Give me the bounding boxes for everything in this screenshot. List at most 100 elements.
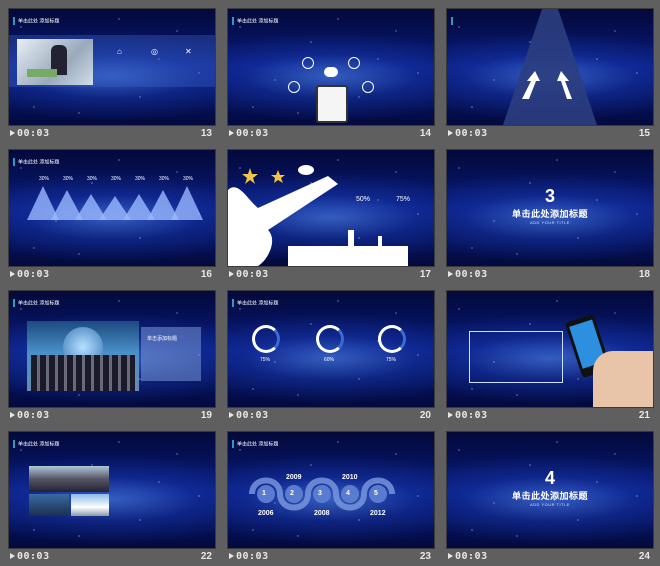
timeline-step: 3 — [318, 490, 322, 497]
percent-label: 30% — [159, 176, 170, 182]
slide-number: 18 — [638, 269, 650, 280]
slide-preview[interactable]: 单击此处 添加标题 单击添加标题 — [8, 290, 216, 408]
slide-thumbnail-20[interactable]: 单击此处 添加标题 75% 60% 75% 00:03 20 — [227, 290, 435, 425]
slide-header: 单击此处 添加标题 — [13, 440, 59, 448]
slide-number: 15 — [638, 128, 650, 139]
slide-thumbnail-17[interactable]: 50% 75% 00:03 17 — [227, 149, 435, 284]
timeline-step: 4 — [346, 490, 350, 497]
slide-preview[interactable]: 3 单击此处添加标题 ADD YOUR TITLE — [446, 149, 654, 267]
play-icon — [448, 130, 453, 136]
percent-label: 60% — [324, 357, 335, 363]
play-icon — [448, 553, 453, 559]
slide-duration: 00:03 — [17, 551, 50, 562]
slide-duration: 00:03 — [17, 128, 50, 139]
landscape-photo — [29, 466, 109, 492]
slide-number: 22 — [200, 551, 212, 562]
timeline-year: 2012 — [370, 510, 386, 517]
slide-duration: 00:03 — [17, 410, 50, 421]
progress-ring — [252, 325, 280, 353]
slide-preview[interactable]: 单击此处 添加标题 75% 60% 75% — [227, 290, 435, 408]
timeline-wave — [249, 477, 395, 511]
slide-thumbnail-16[interactable]: 单击此处 添加标题 30% 30% 30% 30% 30% 30% 30% 00… — [8, 149, 216, 284]
play-icon — [229, 130, 234, 136]
percent-label: 30% — [111, 176, 122, 182]
slide-header: 单击此处 添加标题 — [232, 299, 278, 307]
slide-header: 单击此处 添加标题 — [232, 17, 278, 25]
phone-hand-graphic — [316, 85, 348, 123]
slide-preview[interactable]: 单击此处 添加标题 — [227, 8, 435, 126]
slide-duration: 00:03 — [455, 410, 488, 421]
slide-duration: 00:03 — [455, 269, 488, 280]
slide-duration: 00:03 — [236, 269, 269, 280]
slide-number: 13 — [200, 128, 212, 139]
slide-preview[interactable]: 单击此处 添加标题 — [8, 431, 216, 549]
slide-number: 19 — [200, 410, 212, 421]
play-icon — [448, 271, 453, 277]
compass-icon: ◎ — [151, 47, 158, 56]
triangle-chart — [27, 186, 203, 220]
play-icon — [229, 553, 234, 559]
slide-thumbnail-18[interactable]: 3 单击此处添加标题 ADD YOUR TITLE 00:03 18 — [446, 149, 654, 284]
slide-sorter-grid: 单击此处 添加标题 ⌂ ◎ ✕ 00:03 13 单击此处 添加标题 00:03 1… — [0, 0, 660, 562]
text-frame — [469, 331, 563, 383]
slide-preview[interactable]: 4 单击此处添加标题 ADD YOUR TITLE — [446, 431, 654, 549]
timeline-year: 2008 — [314, 510, 330, 517]
slide-thumbnail-13[interactable]: 单击此处 添加标题 ⌂ ◎ ✕ 00:03 13 — [8, 8, 216, 143]
team-photo — [27, 321, 139, 391]
slide-duration: 00:03 — [236, 410, 269, 421]
play-icon — [10, 271, 15, 277]
play-icon — [448, 412, 453, 418]
percent-label: 30% — [183, 176, 194, 182]
slide-number: 23 — [419, 551, 431, 562]
timeline-year: 2010 — [342, 474, 358, 481]
slide-header: 单击此处 添加标题 — [13, 299, 59, 307]
slide-preview[interactable]: 单击此处 添加标题 1 2 3 4 5 2009 2010 2006 2008 … — [227, 431, 435, 549]
slide-number: 16 — [200, 269, 212, 280]
percent-label: 30% — [87, 176, 98, 182]
slide-duration: 00:03 — [455, 128, 488, 139]
slide-thumbnail-23[interactable]: 单击此处 添加标题 1 2 3 4 5 2009 2010 2006 2008 … — [227, 431, 435, 566]
slide-duration: 00:03 — [236, 128, 269, 139]
slide-duration: 00:03 — [17, 269, 50, 280]
slide-thumbnail-14[interactable]: 单击此处 添加标题 00:03 14 — [227, 8, 435, 143]
section-title: 3 单击此处添加标题 ADD YOUR TITLE — [511, 186, 588, 225]
timeline-year: 2006 — [258, 510, 274, 517]
road-graphic — [503, 9, 597, 125]
home-icon: ⌂ — [117, 47, 122, 56]
percent-label: 75% — [386, 357, 397, 363]
slide-thumbnail-21[interactable]: 00:03 21 — [446, 290, 654, 425]
slide-number: 21 — [638, 410, 650, 421]
boat-photo — [29, 494, 69, 516]
slide-preview[interactable]: 单击此处 添加标题 ⌂ ◎ ✕ — [8, 8, 216, 126]
section-title: 4 单击此处添加标题 ADD YOUR TITLE — [511, 468, 588, 507]
progress-ring — [378, 325, 406, 353]
slide-number: 20 — [419, 410, 431, 421]
slide-preview[interactable]: 单击此处 添加标题 30% 30% 30% 30% 30% 30% 30% — [8, 149, 216, 267]
text-box: 单击添加标题 — [141, 327, 201, 381]
slide-thumbnail-24[interactable]: 4 单击此处添加标题 ADD YOUR TITLE 00:03 24 — [446, 431, 654, 566]
progress-ring — [316, 325, 344, 353]
slide-preview[interactable] — [446, 290, 654, 408]
timeline-step: 5 — [374, 490, 378, 497]
timeline-step: 1 — [262, 490, 266, 497]
slide-thumbnail-19[interactable]: 单击此处 添加标题 单击添加标题 00:03 19 — [8, 290, 216, 425]
slide-preview[interactable]: 50% 75% — [227, 149, 435, 267]
play-icon — [229, 271, 234, 277]
play-icon — [10, 412, 15, 418]
slide-thumbnail-22[interactable]: 单击此处 添加标题 00:03 22 — [8, 431, 216, 566]
percent-label: 30% — [39, 176, 50, 182]
play-icon — [229, 412, 234, 418]
tools-icon: ✕ — [185, 47, 192, 56]
slide-duration: 00:03 — [236, 551, 269, 562]
stat-value: 75% — [396, 196, 411, 203]
slide-duration: 00:03 — [455, 551, 488, 562]
slide-header: 单击此处 添加标题 — [13, 17, 59, 25]
business-photo — [17, 39, 93, 85]
slide-number: 17 — [419, 269, 431, 280]
slide-preview[interactable] — [446, 8, 654, 126]
slide-thumbnail-15[interactable]: 00:03 15 — [446, 8, 654, 143]
slide-number: 24 — [638, 551, 650, 562]
timeline-step: 2 — [290, 490, 294, 497]
rocket-city-graphic — [228, 165, 408, 266]
slide-number: 14 — [419, 128, 431, 139]
